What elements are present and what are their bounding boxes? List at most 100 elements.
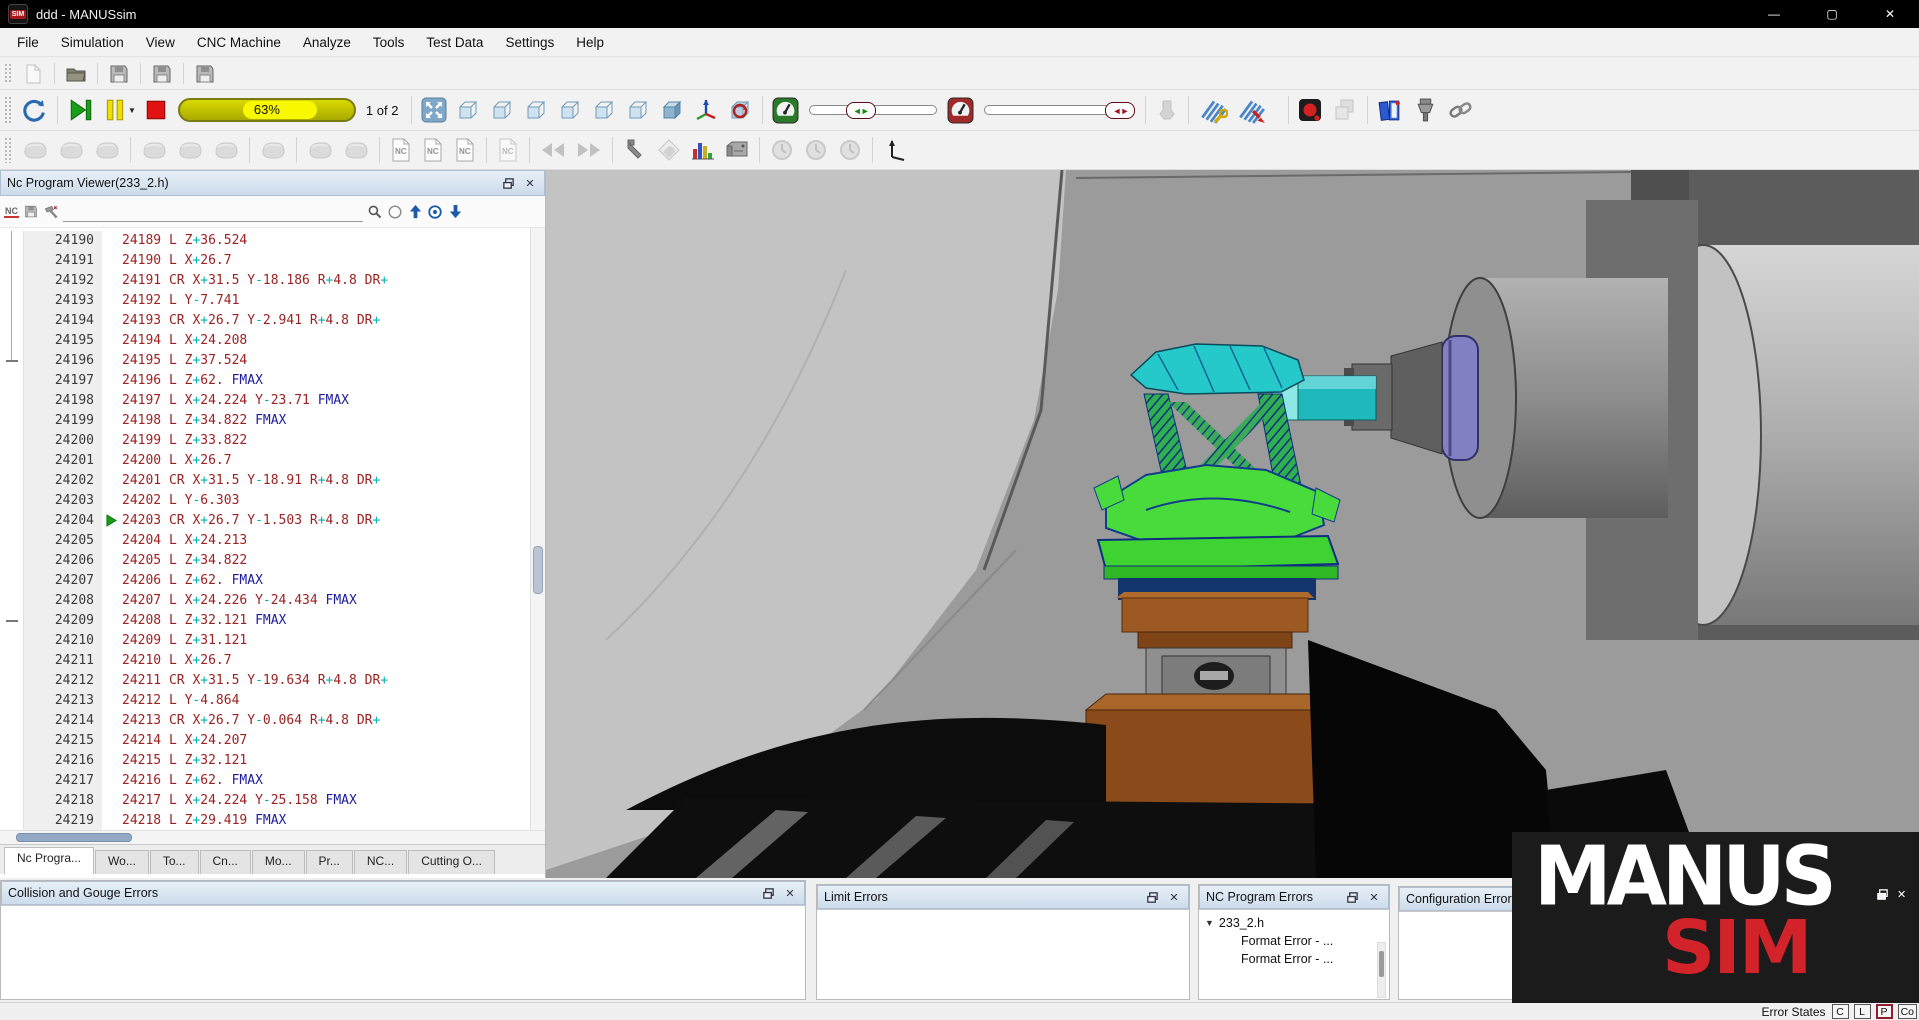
time-estimate-button[interactable] bbox=[767, 135, 797, 165]
play-button[interactable] bbox=[65, 94, 97, 126]
save-nc-icon[interactable] bbox=[23, 205, 39, 219]
float-panel-icon[interactable] bbox=[500, 176, 516, 190]
tab-mo-[interactable]: Mo... bbox=[252, 850, 305, 874]
clean-chips-button[interactable] bbox=[1196, 94, 1230, 126]
code-line[interactable]: 2421924218 L Z+29.419 FMAX bbox=[0, 811, 530, 830]
simulation-speed-slider[interactable]: ◄► bbox=[809, 105, 937, 115]
error-state-c[interactable]: C bbox=[1832, 1004, 1849, 1019]
nc-open-button[interactable] bbox=[419, 135, 447, 165]
toolbar-grip[interactable] bbox=[4, 63, 12, 85]
code-line[interactable]: 2419924198 L Z+34.822 FMAX bbox=[0, 411, 530, 431]
error-state-co[interactable]: Co bbox=[1898, 1004, 1917, 1019]
rewind-button[interactable] bbox=[537, 138, 569, 162]
chevron-down-icon[interactable]: ▼ bbox=[1205, 918, 1214, 928]
menu-file[interactable]: File bbox=[6, 30, 50, 55]
tab-cn-[interactable]: Cn... bbox=[200, 850, 251, 874]
vertical-scrollbar-thumb[interactable] bbox=[533, 546, 543, 594]
code-line[interactable]: 2421524214 L X+24.207 bbox=[0, 731, 530, 751]
view-axes-button[interactable] bbox=[691, 95, 721, 125]
code-line[interactable]: 2421124210 L X+26.7 bbox=[0, 651, 530, 671]
stop-button[interactable] bbox=[142, 96, 170, 124]
code-line[interactable]: 2420024199 L Z+33.822 bbox=[0, 431, 530, 451]
code-line[interactable]: 2420824207 L X+24.226 Y-24.434 FMAX bbox=[0, 591, 530, 611]
open-file-button[interactable] bbox=[62, 60, 90, 88]
code-line[interactable]: 2420124200 L X+26.7 bbox=[0, 451, 530, 471]
reset-simulation-button[interactable] bbox=[19, 95, 50, 126]
code-line[interactable]: 2420624205 L Z+34.822 bbox=[0, 551, 530, 571]
code-line[interactable]: 2421424213 CR X+26.7 Y-0.064 R+4.8 DR+ bbox=[0, 711, 530, 731]
code-line[interactable]: 2421024209 L Z+31.121 bbox=[0, 631, 530, 651]
view-right-button[interactable] bbox=[555, 95, 585, 125]
close-panel-icon[interactable]: ✕ bbox=[1366, 890, 1382, 904]
code-line[interactable]: 2420924208 L Z+32.121 FMAX bbox=[0, 611, 530, 631]
code-line[interactable]: 2421724216 L Z+62. FMAX bbox=[0, 771, 530, 791]
code-line[interactable]: 2420224201 CR X+31.5 Y-18.91 R+4.8 DR+ bbox=[0, 471, 530, 491]
measure-button[interactable] bbox=[620, 135, 650, 165]
fold-marker[interactable] bbox=[6, 620, 18, 622]
error-state-l[interactable]: L bbox=[1854, 1004, 1871, 1019]
code-line[interactable]: 2420524204 L X+24.213 bbox=[0, 531, 530, 551]
tab-cutting-o-[interactable]: Cutting O... bbox=[408, 850, 495, 874]
close-panel-icon[interactable]: ✕ bbox=[522, 176, 538, 190]
code-line[interactable]: 2419424193 CR X+26.7 Y-2.941 R+4.8 DR+ bbox=[0, 311, 530, 331]
stock-export-button[interactable] bbox=[55, 136, 87, 164]
fast-forward-button[interactable] bbox=[573, 138, 605, 162]
error-tree-file[interactable]: ▼ 233_2.h bbox=[1201, 914, 1387, 932]
float-panel-icon[interactable] bbox=[1876, 888, 1889, 904]
view-front-button[interactable] bbox=[589, 95, 619, 125]
time-total-button[interactable] bbox=[835, 135, 865, 165]
close-button[interactable]: ✕ bbox=[1861, 0, 1919, 28]
erase-button[interactable] bbox=[654, 135, 684, 165]
edit-tools-icon[interactable] bbox=[43, 205, 59, 219]
close-panel-icon[interactable]: ✕ bbox=[1166, 890, 1182, 904]
reports-button[interactable] bbox=[1375, 95, 1406, 126]
error-state-p[interactable]: P bbox=[1876, 1004, 1893, 1019]
toolbar-grip[interactable] bbox=[4, 96, 12, 124]
vertical-scrollbar[interactable] bbox=[530, 228, 545, 830]
menu-settings[interactable]: Settings bbox=[494, 30, 565, 55]
tab-pr-[interactable]: Pr... bbox=[306, 850, 353, 874]
machine-setup-button[interactable] bbox=[1410, 95, 1441, 126]
menu-test-data[interactable]: Test Data bbox=[415, 30, 494, 55]
match-mode-icon[interactable] bbox=[387, 205, 403, 219]
stock-reload-button[interactable] bbox=[210, 136, 242, 164]
save-all-button[interactable] bbox=[191, 60, 219, 88]
code-line[interactable]: 2419124190 L X+26.7 bbox=[0, 251, 530, 271]
viewport-3d[interactable] bbox=[546, 170, 1919, 878]
float-panel-icon[interactable] bbox=[1144, 890, 1160, 904]
nc-code-area[interactable]: 2419024189 L Z+36.5242419124190 L X+26.7… bbox=[0, 228, 545, 830]
remove-chips-button[interactable] bbox=[1234, 94, 1268, 126]
menu-tools[interactable]: Tools bbox=[362, 30, 416, 55]
save-as-button[interactable] bbox=[148, 60, 176, 88]
fit-view-button[interactable] bbox=[419, 95, 449, 125]
link-button[interactable] bbox=[1445, 95, 1476, 126]
maximize-button[interactable]: ▢ bbox=[1803, 0, 1861, 28]
error-tree-item[interactable]: Format Error - ... bbox=[1201, 932, 1387, 950]
search-up-icon[interactable] bbox=[407, 205, 423, 219]
menu-simulation[interactable]: Simulation bbox=[50, 30, 135, 55]
error-tree-item[interactable]: Format Error - ... bbox=[1201, 950, 1387, 968]
mini-scrollbar-thumb[interactable] bbox=[1379, 951, 1384, 977]
save-button[interactable] bbox=[105, 60, 133, 88]
search-down-icon[interactable] bbox=[447, 205, 463, 219]
view-top-button[interactable] bbox=[453, 95, 483, 125]
code-line[interactable]: 2419624195 L Z+37.524 bbox=[0, 351, 530, 371]
probe-button[interactable] bbox=[1153, 96, 1181, 124]
statistics-button[interactable] bbox=[688, 135, 718, 165]
axis-measure-button[interactable] bbox=[880, 135, 910, 165]
close-panel-icon[interactable]: ✕ bbox=[782, 886, 798, 900]
display-slider-handle[interactable]: ◄► bbox=[1105, 102, 1135, 119]
horizontal-scrollbar[interactable] bbox=[0, 830, 545, 844]
stock-compare-button[interactable] bbox=[91, 136, 123, 164]
speed-slider-handle[interactable]: ◄► bbox=[846, 102, 876, 119]
tab-nc-[interactable]: NC... bbox=[354, 850, 407, 874]
display-speed-slider[interactable]: ◄► bbox=[984, 105, 1134, 115]
stock-new-button[interactable] bbox=[304, 136, 336, 164]
nc-remove-button[interactable] bbox=[451, 135, 479, 165]
new-file-button[interactable] bbox=[19, 60, 47, 88]
code-line[interactable]: 2421324212 L Y-4.864 bbox=[0, 691, 530, 711]
nc-lock-button[interactable] bbox=[494, 135, 522, 165]
tab-to-[interactable]: To... bbox=[150, 850, 199, 874]
code-line[interactable]: 2419724196 L Z+62. FMAX bbox=[0, 371, 530, 391]
minimize-button[interactable]: — bbox=[1745, 0, 1803, 28]
